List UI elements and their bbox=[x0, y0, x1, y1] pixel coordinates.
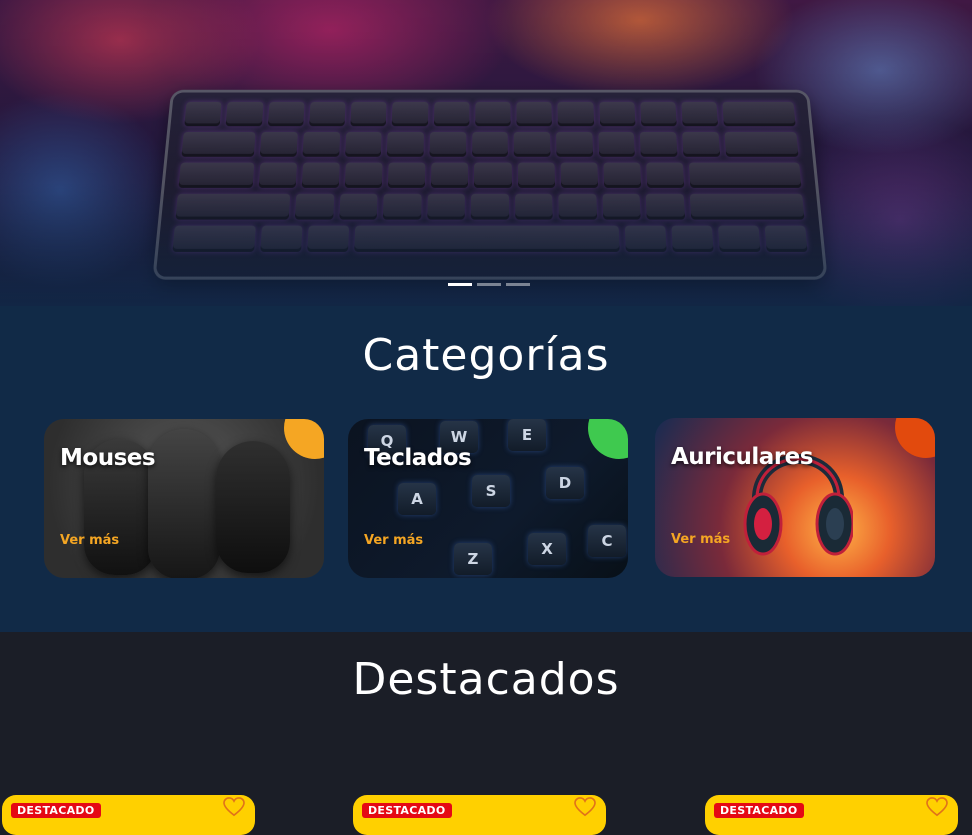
keycap-image: X bbox=[528, 533, 566, 565]
categories-title: Categorías bbox=[362, 330, 610, 381]
product-card[interactable]: DESTACADO bbox=[353, 795, 606, 835]
category-card-teclados[interactable]: Q W E A S D Z X C Teclados Ver más bbox=[348, 419, 628, 578]
carousel-indicator-3[interactable] bbox=[506, 283, 530, 286]
product-card[interactable]: DESTACADO bbox=[2, 795, 255, 835]
carousel-indicator-2[interactable] bbox=[477, 283, 501, 286]
category-card-auriculares[interactable]: Auriculares Ver más bbox=[655, 418, 935, 577]
categories-section: Categorías Mouses Ver más Q W E A S D Z … bbox=[0, 306, 972, 632]
category-ver-mas-link[interactable]: Ver más bbox=[60, 533, 119, 548]
hero-carousel bbox=[0, 0, 972, 306]
carousel-indicator-1[interactable] bbox=[448, 283, 472, 286]
featured-title: Destacados bbox=[352, 654, 620, 705]
category-card-mouses[interactable]: Mouses Ver más bbox=[44, 419, 324, 578]
mouse-image bbox=[148, 429, 220, 578]
category-accent-corner bbox=[895, 418, 935, 458]
keycap-image: E bbox=[508, 419, 546, 451]
category-name: Auriculares bbox=[671, 444, 813, 470]
carousel-indicators bbox=[448, 283, 530, 286]
keycap-image: D bbox=[546, 467, 584, 499]
category-accent-corner bbox=[284, 419, 324, 459]
category-ver-mas-link[interactable]: Ver más bbox=[364, 533, 423, 548]
keycap-image: S bbox=[472, 475, 510, 507]
category-name: Mouses bbox=[60, 445, 156, 471]
mouse-image bbox=[216, 441, 290, 573]
keycap-image: Z bbox=[454, 543, 492, 575]
keycap-image: A bbox=[398, 483, 436, 515]
featured-section: Destacados DESTACADO DESTACADO DESTACADO bbox=[0, 632, 972, 835]
heart-icon[interactable] bbox=[223, 797, 245, 817]
heart-icon[interactable] bbox=[574, 797, 596, 817]
category-accent-corner bbox=[588, 419, 628, 459]
category-name: Teclados bbox=[364, 445, 472, 471]
product-card[interactable]: DESTACADO bbox=[705, 795, 958, 835]
keycap-image: C bbox=[588, 525, 626, 557]
heart-icon[interactable] bbox=[926, 797, 948, 817]
category-ver-mas-link[interactable]: Ver más bbox=[671, 532, 730, 547]
